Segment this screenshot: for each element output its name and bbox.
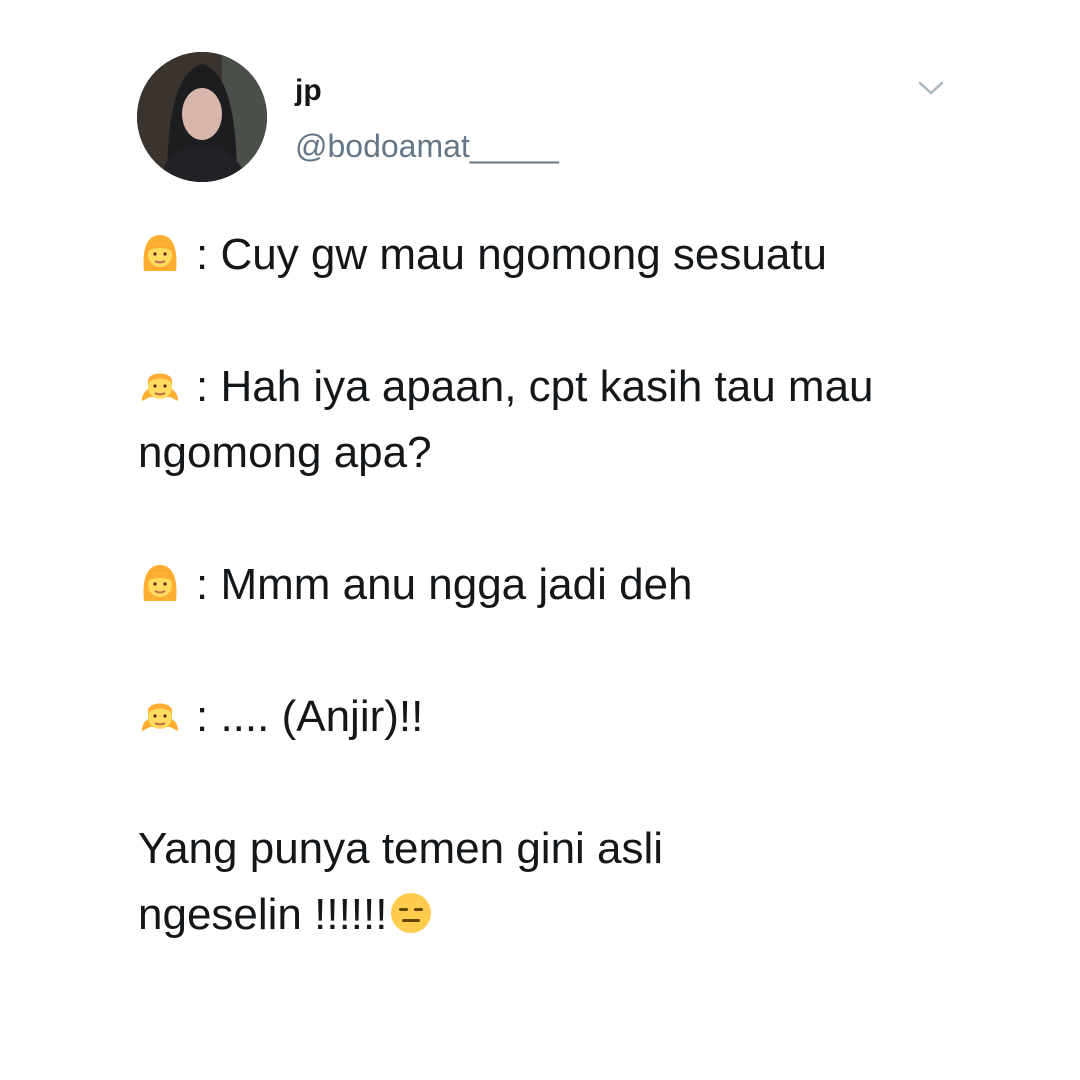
woman-emoji-icon — [143, 235, 177, 271]
dialogue-text: : .... (Anjir)!! — [196, 692, 424, 741]
expressionless-face-icon — [391, 893, 432, 933]
dialogue-line: : .... (Anjir)!! — [138, 684, 938, 750]
girl-emoji-icon — [142, 373, 178, 401]
avatar[interactable] — [137, 52, 267, 182]
author-name[interactable]: jp — [295, 74, 322, 108]
closing-line: Yang punya temen gini asli ngeselin !!!!… — [138, 816, 778, 948]
chevron-down-icon[interactable] — [918, 80, 944, 96]
tweet-text: : Cuy gw mau ngomong sesuatu : Hah iya a… — [138, 222, 938, 1014]
dialogue-line: : Cuy gw mau ngomong sesuatu — [138, 222, 938, 288]
author-handle[interactable]: @bodoamat_____ — [295, 128, 559, 165]
dialogue-line: : Mmm anu ngga jadi deh — [138, 552, 938, 618]
dialogue-line: : Hah iya apaan, cpt kasih tau mau ngomo… — [138, 354, 938, 486]
avatar-photo — [137, 52, 267, 182]
woman-emoji-icon — [143, 565, 177, 601]
dialogue-text: : Mmm anu ngga jadi deh — [196, 560, 693, 609]
dialogue-text: : Hah iya apaan, cpt kasih tau mau ngomo… — [138, 362, 874, 477]
girl-emoji-icon — [142, 703, 178, 731]
dialogue-text: : Cuy gw mau ngomong sesuatu — [196, 230, 828, 279]
